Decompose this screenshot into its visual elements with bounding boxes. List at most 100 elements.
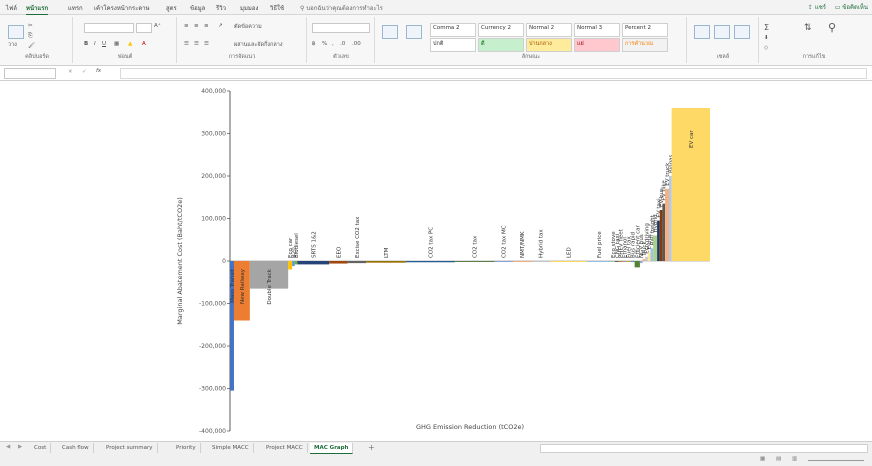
underline-icon[interactable]: U <box>102 41 106 47</box>
fill-color-icon[interactable]: ▲ <box>128 41 132 47</box>
tab-view[interactable]: มุมมอง <box>240 3 258 13</box>
style-bad[interactable]: แย่ <box>574 38 620 52</box>
align-center-icon[interactable]: ☰ <box>194 41 199 47</box>
share-button[interactable]: ⇪ แชร์ <box>808 2 826 12</box>
font-name-select[interactable] <box>84 23 134 33</box>
tab-formulas[interactable]: สูตร <box>166 3 177 13</box>
cut-icon[interactable]: ✂ <box>28 23 33 29</box>
bar-label: New Railway <box>240 268 246 304</box>
insert-cells-icon[interactable] <box>694 25 710 39</box>
font-size-select[interactable] <box>136 23 152 33</box>
border-icon[interactable]: ▦ <box>114 41 119 47</box>
copy-icon[interactable]: ⎘ <box>28 33 32 40</box>
group-styles: Comma 2 Currency 2 Normal 2 Normal 3 Per… <box>376 17 687 63</box>
y-tick-label: 300,000 <box>201 131 226 138</box>
font-color-icon[interactable]: A <box>142 41 146 47</box>
cancel-icon[interactable]: ✕ <box>68 69 73 75</box>
bar-label: Excise CO2 tax <box>355 216 361 258</box>
style-calculation[interactable]: การคำนวณ <box>622 38 668 52</box>
style-percent-2[interactable]: Percent 2 <box>622 23 668 37</box>
autosum-icon[interactable]: Σ <box>764 23 769 32</box>
style-currency-2[interactable]: Currency 2 <box>478 23 524 37</box>
comments-button[interactable]: ▭ ข้อคิดเห็น <box>835 2 868 12</box>
bar-label: LED <box>567 247 573 258</box>
style-normal[interactable]: ปกติ <box>430 38 476 52</box>
y-tick-label: 0 <box>222 258 226 265</box>
increase-decimal-icon[interactable]: .0 <box>340 41 345 47</box>
paste-icon[interactable] <box>8 25 24 39</box>
tab-data[interactable]: ข้อมูล <box>190 3 205 13</box>
bar-eeo <box>329 261 348 264</box>
merge-center-button[interactable]: ผสานและจัดกึ่งกลาง <box>234 41 283 49</box>
tab-home[interactable]: หน้าแรก <box>26 3 49 15</box>
style-neutral[interactable]: ปานกลาง <box>526 38 572 52</box>
zoom-slider[interactable] <box>808 460 864 461</box>
sheet-tab-simple-macc[interactable]: Simple MACC <box>208 443 254 453</box>
horizontal-scrollbar[interactable] <box>540 444 868 453</box>
format-as-table-icon[interactable] <box>406 25 422 39</box>
sheet-tab-mac-graph[interactable]: MAC Graph <box>310 443 354 454</box>
bar-ev-bus <box>659 210 663 261</box>
bar-efficient-car <box>634 261 640 268</box>
x-axis-title: GHG Emission Reduction (tCO2e) <box>416 423 524 431</box>
scroll-left-icon[interactable]: ◀ <box>6 444 10 450</box>
confirm-icon[interactable]: ✓ <box>82 69 87 75</box>
style-normal-3[interactable]: Normal 3 <box>574 23 620 37</box>
align-left-icon[interactable]: ☰ <box>184 41 189 47</box>
scroll-right-icon[interactable]: ▶ <box>18 444 22 450</box>
delete-cells-icon[interactable] <box>714 25 730 39</box>
tab-insert[interactable]: แทรก <box>68 3 83 13</box>
insert-function-icon[interactable]: fx <box>96 68 101 74</box>
page-layout-view-icon[interactable]: ▤ <box>776 456 781 462</box>
clear-icon[interactable]: ◇ <box>764 45 768 51</box>
sheet-tab-cost[interactable]: Cost <box>30 443 52 453</box>
number-format-select[interactable] <box>312 23 370 33</box>
bar-eco-stove <box>610 261 615 262</box>
worksheet-area[interactable]: -400,000 -300,000 -200,000 -100,000 0 100,000… <box>0 81 872 441</box>
sheet-tab-cash-flow[interactable]: Cash flow <box>58 443 94 453</box>
sheet-tab-priority[interactable]: Priority <box>172 443 201 453</box>
align-right-icon[interactable]: ☰ <box>204 41 209 47</box>
currency-icon[interactable]: ฿ <box>312 41 316 47</box>
grow-font-icon[interactable]: A⁺ <box>154 23 161 29</box>
format-painter-icon[interactable]: 🖌 <box>28 43 35 49</box>
tab-page-layout[interactable]: เค้าโครงหน้ากระดาษ <box>94 3 150 13</box>
mac-chart[interactable]: -400,000 -300,000 -200,000 -100,000 0 100,000… <box>170 81 714 441</box>
fill-icon[interactable]: ⬇ <box>764 35 769 41</box>
bar-biodiesel <box>294 261 298 265</box>
style-comma-2[interactable]: Comma 2 <box>430 23 476 37</box>
tab-help[interactable]: วิธีใช้ <box>270 3 284 13</box>
align-middle-icon[interactable]: ≡ <box>194 23 199 29</box>
orientation-icon[interactable]: ↗ <box>218 23 223 29</box>
tab-review[interactable]: รีวิว <box>216 3 226 13</box>
tab-file[interactable]: ไฟล์ <box>6 3 17 13</box>
sheet-tab-project-macc[interactable]: Project MACC <box>262 443 308 453</box>
italic-icon[interactable]: I <box>94 41 96 47</box>
bar-b20 <box>292 261 295 267</box>
add-sheet-button[interactable]: + <box>368 443 375 452</box>
tell-me-search[interactable]: ⚲ บอกฉันว่าคุณต้องการทำอะไร <box>300 3 383 13</box>
name-box[interactable] <box>4 68 56 79</box>
style-normal-2[interactable]: Normal 2 <box>526 23 572 37</box>
bar-srts-1-2 <box>297 261 330 265</box>
align-top-icon[interactable]: ≡ <box>184 23 189 29</box>
align-bottom-icon[interactable]: ≡ <box>204 23 209 29</box>
wrap-text-button[interactable]: ตัดข้อความ <box>234 23 262 31</box>
normal-view-icon[interactable]: ▦ <box>760 456 765 462</box>
format-cells-icon[interactable] <box>734 25 750 39</box>
comma-icon[interactable]: , <box>332 41 334 47</box>
sheet-tab-project-summary[interactable]: Project summary <box>102 443 158 453</box>
y-tick-label: 100,000 <box>201 216 226 223</box>
sort-filter-icon[interactable]: ⇅ <box>804 23 812 33</box>
bar-eco-driving <box>645 256 648 261</box>
style-good[interactable]: ดี <box>478 38 524 52</box>
bold-icon[interactable]: B <box>84 41 88 47</box>
y-tick-label: 400,000 <box>201 88 226 95</box>
percent-icon[interactable]: % <box>322 41 327 47</box>
find-select-icon[interactable]: ⚲ <box>828 21 836 34</box>
formula-input[interactable] <box>120 68 867 79</box>
page-break-view-icon[interactable]: ▥ <box>792 456 797 462</box>
decrease-decimal-icon[interactable]: .00 <box>352 41 361 47</box>
ribbon-tab-bar: ไฟล์ หน้าแรก แทรก เค้าโครงหน้ากระดาษ สูต… <box>0 0 872 15</box>
conditional-format-icon[interactable] <box>382 25 398 39</box>
